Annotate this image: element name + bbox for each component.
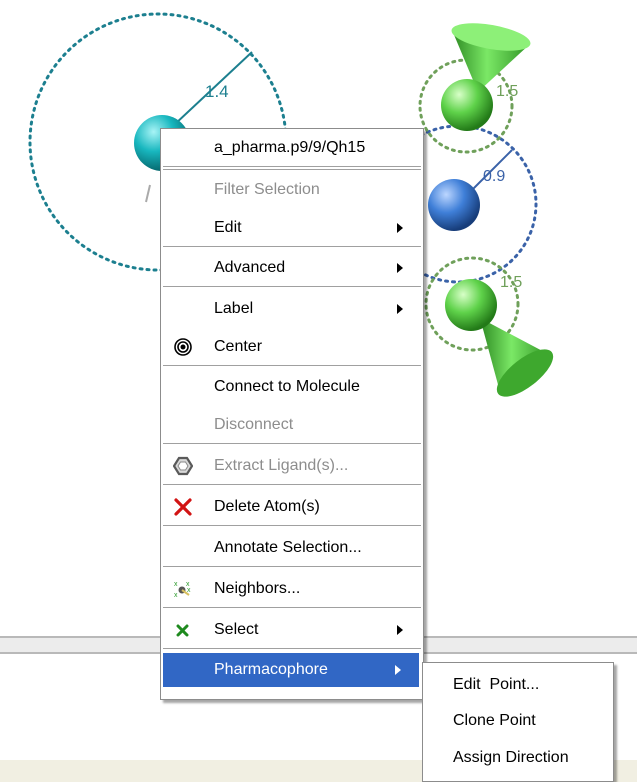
green-x-icon bbox=[176, 624, 189, 637]
green-feature[interactable] bbox=[445, 279, 497, 331]
submenu-arrow-icon bbox=[397, 304, 403, 314]
radius-line bbox=[145, 184, 151, 203]
svg-text:x: x bbox=[174, 581, 178, 588]
red-x-icon bbox=[174, 498, 192, 516]
menu-item-center[interactable]: Center bbox=[161, 330, 423, 364]
menu-separator bbox=[163, 286, 421, 288]
menu-separator bbox=[163, 607, 421, 609]
menu-item-neighbors[interactable]: x x x x Neighbors... bbox=[161, 572, 423, 606]
menu-item-label[interactable]: Label bbox=[161, 292, 423, 326]
distance-label: 0.9 bbox=[483, 168, 505, 185]
menu-separator bbox=[163, 525, 421, 527]
neighbors-icon: x x x x bbox=[174, 581, 191, 599]
menu-separator bbox=[163, 484, 421, 486]
menu-item-filter-selection[interactable]: Filter Selection bbox=[161, 173, 423, 207]
blue-atom[interactable] bbox=[428, 179, 480, 231]
menu-separator bbox=[163, 246, 421, 248]
menu-item-delete-atoms[interactable]: Delete Atom(s) bbox=[161, 490, 423, 524]
submenu-item-edit-point[interactable]: Edit Point... bbox=[423, 668, 613, 702]
menu-separator bbox=[163, 648, 421, 650]
menu-item-connect-to-molecule[interactable]: Connect to Molecule bbox=[161, 370, 423, 404]
menu-item-annotate-selection[interactable]: Annotate Selection... bbox=[161, 531, 423, 565]
menu-item-advanced[interactable]: Advanced bbox=[161, 251, 423, 285]
menu-separator bbox=[163, 169, 421, 171]
submenu-arrow-icon bbox=[397, 263, 403, 273]
distance-label: 1.5 bbox=[496, 83, 518, 100]
green-feature[interactable] bbox=[441, 79, 493, 131]
submenu-item-clone-point[interactable]: Clone Point bbox=[423, 704, 613, 738]
menu-item-edit[interactable]: Edit bbox=[161, 211, 423, 245]
menu-item-disconnect[interactable]: Disconnect bbox=[161, 408, 423, 442]
menu-separator bbox=[163, 365, 421, 367]
menu-separator bbox=[163, 566, 421, 568]
pharmacophore-submenu: Edit Point... Clone Point Assign Directi… bbox=[422, 662, 614, 782]
submenu-item-assign-direction[interactable]: Assign Direction bbox=[423, 741, 613, 775]
target-icon bbox=[174, 338, 192, 356]
menu-item-select[interactable]: Select bbox=[161, 613, 423, 647]
submenu-arrow-icon bbox=[395, 665, 401, 675]
menu-item-pharmacophore[interactable]: Pharmacophore bbox=[163, 653, 419, 687]
submenu-arrow-icon bbox=[397, 223, 403, 233]
menu-title: a_pharma.p9/9/Qh15 bbox=[214, 139, 366, 156]
submenu-arrow-icon bbox=[397, 625, 403, 635]
menu-item-extract-ligands[interactable]: Extract Ligand(s)... bbox=[161, 449, 423, 483]
menu-separator bbox=[163, 166, 421, 168]
svg-text:x: x bbox=[174, 592, 178, 599]
svg-text:x: x bbox=[187, 587, 191, 594]
distance-label: 1.4 bbox=[205, 82, 229, 101]
ligand-hexagon-icon bbox=[173, 456, 193, 476]
distance-label: 1.5 bbox=[500, 274, 522, 291]
context-menu: a_pharma.p9/9/Qh15 Filter Selection Edit… bbox=[160, 128, 424, 700]
menu-separator bbox=[163, 443, 421, 445]
